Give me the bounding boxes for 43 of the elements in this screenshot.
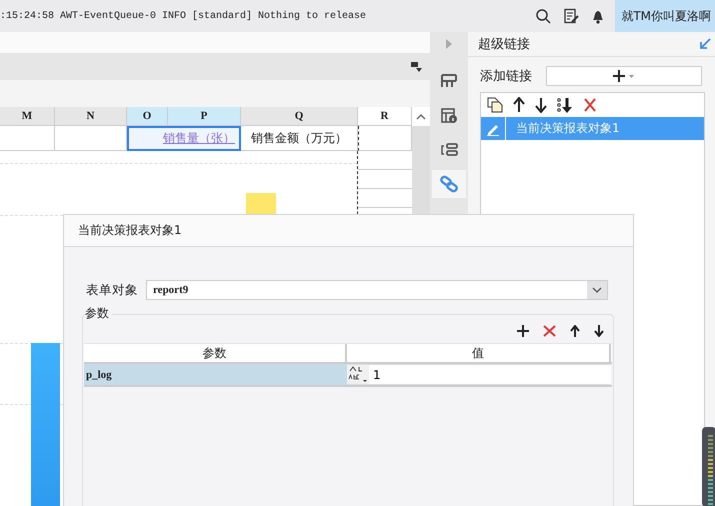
table-info-icon [440,107,458,125]
group-legend: 参数 [85,305,112,322]
dialog-title: 当前决策报表对象1 [64,215,633,247]
table-cell[interactable] [0,126,55,151]
field-label: 表单对象 [86,282,138,298]
table-cell[interactable]: 销售量（张） [127,126,241,151]
search-icon[interactable] [535,8,552,24]
collapse-arrow-icon[interactable] [699,38,711,50]
log-message: :15:24:58 AWT-EventQueue-0 INFO [standard] Nothing to release [0,10,368,22]
plus-caret-icon [613,69,635,83]
column-header: 值 [347,344,611,362]
user-name[interactable]: 就TM你叫夏洛啊 [615,0,715,32]
side-tab[interactable] [432,170,466,198]
field-label: 添加链接 [480,68,532,85]
bell-icon[interactable] [591,8,606,24]
arrow-up-icon[interactable] [570,325,580,337]
column-header: 参数 [84,344,347,362]
column-header[interactable]: O [127,107,168,126]
column-header[interactable]: P [168,107,241,126]
arrow-down-icon[interactable] [535,97,547,113]
param-value-field[interactable]: 1 [369,365,611,384]
column-header[interactable]: M [0,107,55,126]
table-cell[interactable]: 销售金额（万元） [241,126,358,151]
chart-bar [246,193,276,215]
arrow-down-icon[interactable] [594,325,604,337]
param-name-cell[interactable]: p_log [84,364,347,385]
move-bottom-icon[interactable] [557,97,573,113]
widget-list-icon [440,141,458,159]
link-icon [440,175,458,193]
note-edit-icon[interactable] [563,8,580,24]
column-header[interactable]: N [55,107,127,126]
arrow-up-icon[interactable] [513,97,525,113]
copy-icon[interactable] [487,97,503,113]
panel-title: 超级链接 [478,36,530,53]
format-painter-icon[interactable] [410,60,422,72]
delete-icon[interactable] [543,325,556,337]
delete-icon[interactable] [583,97,597,113]
chevron-down-icon [592,287,602,293]
form-select[interactable]: report9 [146,280,608,300]
column-header[interactable]: R [358,107,412,126]
plus-icon[interactable] [517,325,529,337]
text-type-icon[interactable] [347,365,369,384]
column-header[interactable]: Q [241,107,358,126]
